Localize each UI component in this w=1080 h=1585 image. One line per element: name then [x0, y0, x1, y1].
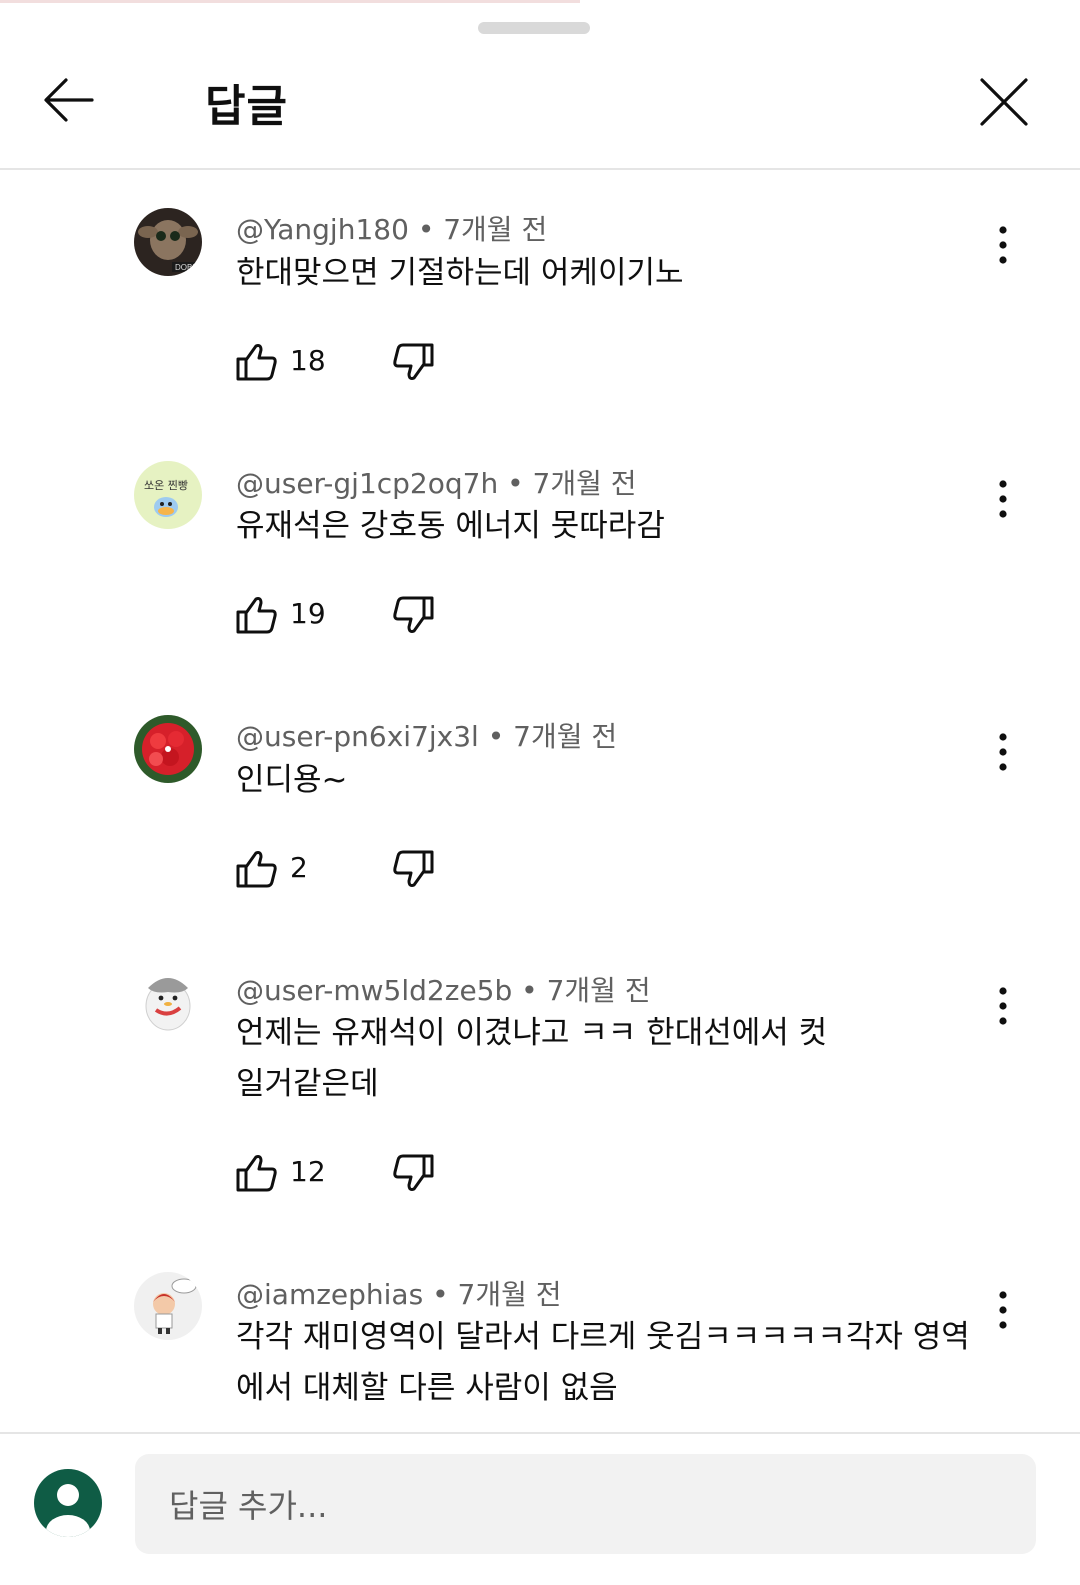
thumb-up-icon	[236, 1155, 277, 1192]
thumb-up-icon	[236, 344, 277, 381]
like-count: 19	[290, 597, 326, 630]
comment-time: 7개월 전	[443, 213, 548, 246]
like-count: 2	[290, 851, 308, 884]
header: 답글	[0, 50, 1080, 170]
like-button[interactable]	[234, 342, 280, 382]
comment-text: 한대맞으면 기절하는데 어케이기노	[236, 255, 684, 291]
reply-list[interactable]: DOBB @Yangjh180 • 7개월 전 한대맞으면 기절하는데 어케이기…	[0, 170, 1080, 1432]
more-vert-icon	[999, 987, 1007, 1025]
thumb-down-icon	[393, 1154, 434, 1191]
dislike-button[interactable]	[390, 342, 436, 382]
comment-author[interactable]: @Yangjh180	[236, 213, 409, 246]
comment-time: 7개월 전	[532, 467, 637, 500]
comment-text: 유재석은 강호동 에너지 못따라감	[236, 508, 665, 544]
more-options-button[interactable]	[985, 727, 1021, 777]
meta-separator: •	[432, 1278, 449, 1311]
comment-text: 각각 재미영역이 달라서 다르게 웃김ㅋㅋㅋㅋㅋ각자 영역에서 대체할 다른 사…	[236, 1319, 970, 1406]
meta-separator: •	[521, 974, 538, 1007]
dislike-button[interactable]	[390, 1153, 436, 1193]
comment-text: 인디용~	[236, 762, 348, 798]
like-button[interactable]	[234, 595, 280, 635]
arrow-left-icon	[44, 78, 94, 122]
avatar[interactable]: DOBB	[134, 208, 202, 276]
person-icon	[46, 1484, 90, 1537]
like-count: 12	[290, 1155, 326, 1188]
more-options-button[interactable]	[985, 220, 1021, 270]
close-button[interactable]	[974, 72, 1034, 132]
page-title: 답글	[205, 81, 288, 132]
avatar[interactable]: 쏘온 찐빵	[134, 461, 202, 529]
comment-author[interactable]: @user-mw5ld2ze5b	[236, 974, 512, 1007]
thumb-down-icon	[393, 596, 434, 633]
comment-time: 7개월 전	[546, 974, 651, 1007]
thumb-down-icon	[393, 850, 434, 887]
more-vert-icon	[999, 1291, 1007, 1329]
more-vert-icon	[999, 480, 1007, 518]
top-progress-line	[0, 0, 580, 3]
like-button[interactable]	[234, 849, 280, 889]
comment-time: 7개월 전	[513, 720, 618, 753]
thumb-down-icon	[393, 343, 434, 380]
reply-composer: 답글 추가...	[0, 1432, 1080, 1585]
comment-author[interactable]: @iamzephias	[236, 1278, 423, 1311]
thumb-up-icon	[236, 851, 277, 888]
comment-author[interactable]: @user-gj1cp2oq7h	[236, 467, 498, 500]
like-button[interactable]	[234, 1153, 280, 1193]
more-options-button[interactable]	[985, 474, 1021, 524]
svg-text:DOBB: DOBB	[175, 263, 198, 272]
dislike-button[interactable]	[390, 849, 436, 889]
svg-text:쏘온 찐빵: 쏘온 찐빵	[144, 479, 188, 492]
comment-time: 7개월 전	[457, 1278, 562, 1311]
meta-separator: •	[507, 467, 524, 500]
more-options-button[interactable]	[985, 1285, 1021, 1335]
thumb-up-icon	[236, 597, 277, 634]
avatar[interactable]	[134, 715, 202, 783]
like-count: 18	[290, 344, 326, 377]
avatar[interactable]	[134, 1272, 202, 1340]
more-vert-icon	[999, 733, 1007, 771]
dislike-button[interactable]	[390, 595, 436, 635]
meta-separator: •	[487, 720, 505, 753]
meta-separator: •	[417, 213, 435, 246]
my-avatar[interactable]	[34, 1469, 102, 1537]
more-vert-icon	[999, 226, 1007, 264]
drag-handle[interactable]	[478, 22, 590, 34]
comment-text: 언제는 유재석이 이겼냐고 ㅋㅋ 한대선에서 컷일거같은데	[236, 1015, 828, 1102]
comment-author[interactable]: @user-pn6xi7jx3l	[236, 720, 479, 753]
avatar[interactable]	[134, 968, 202, 1036]
reply-input-placeholder: 답글 추가...	[169, 1487, 328, 1525]
reply-input[interactable]: 답글 추가...	[135, 1454, 1036, 1554]
close-icon	[980, 78, 1028, 126]
more-options-button[interactable]	[985, 981, 1021, 1031]
back-button[interactable]	[40, 74, 100, 126]
